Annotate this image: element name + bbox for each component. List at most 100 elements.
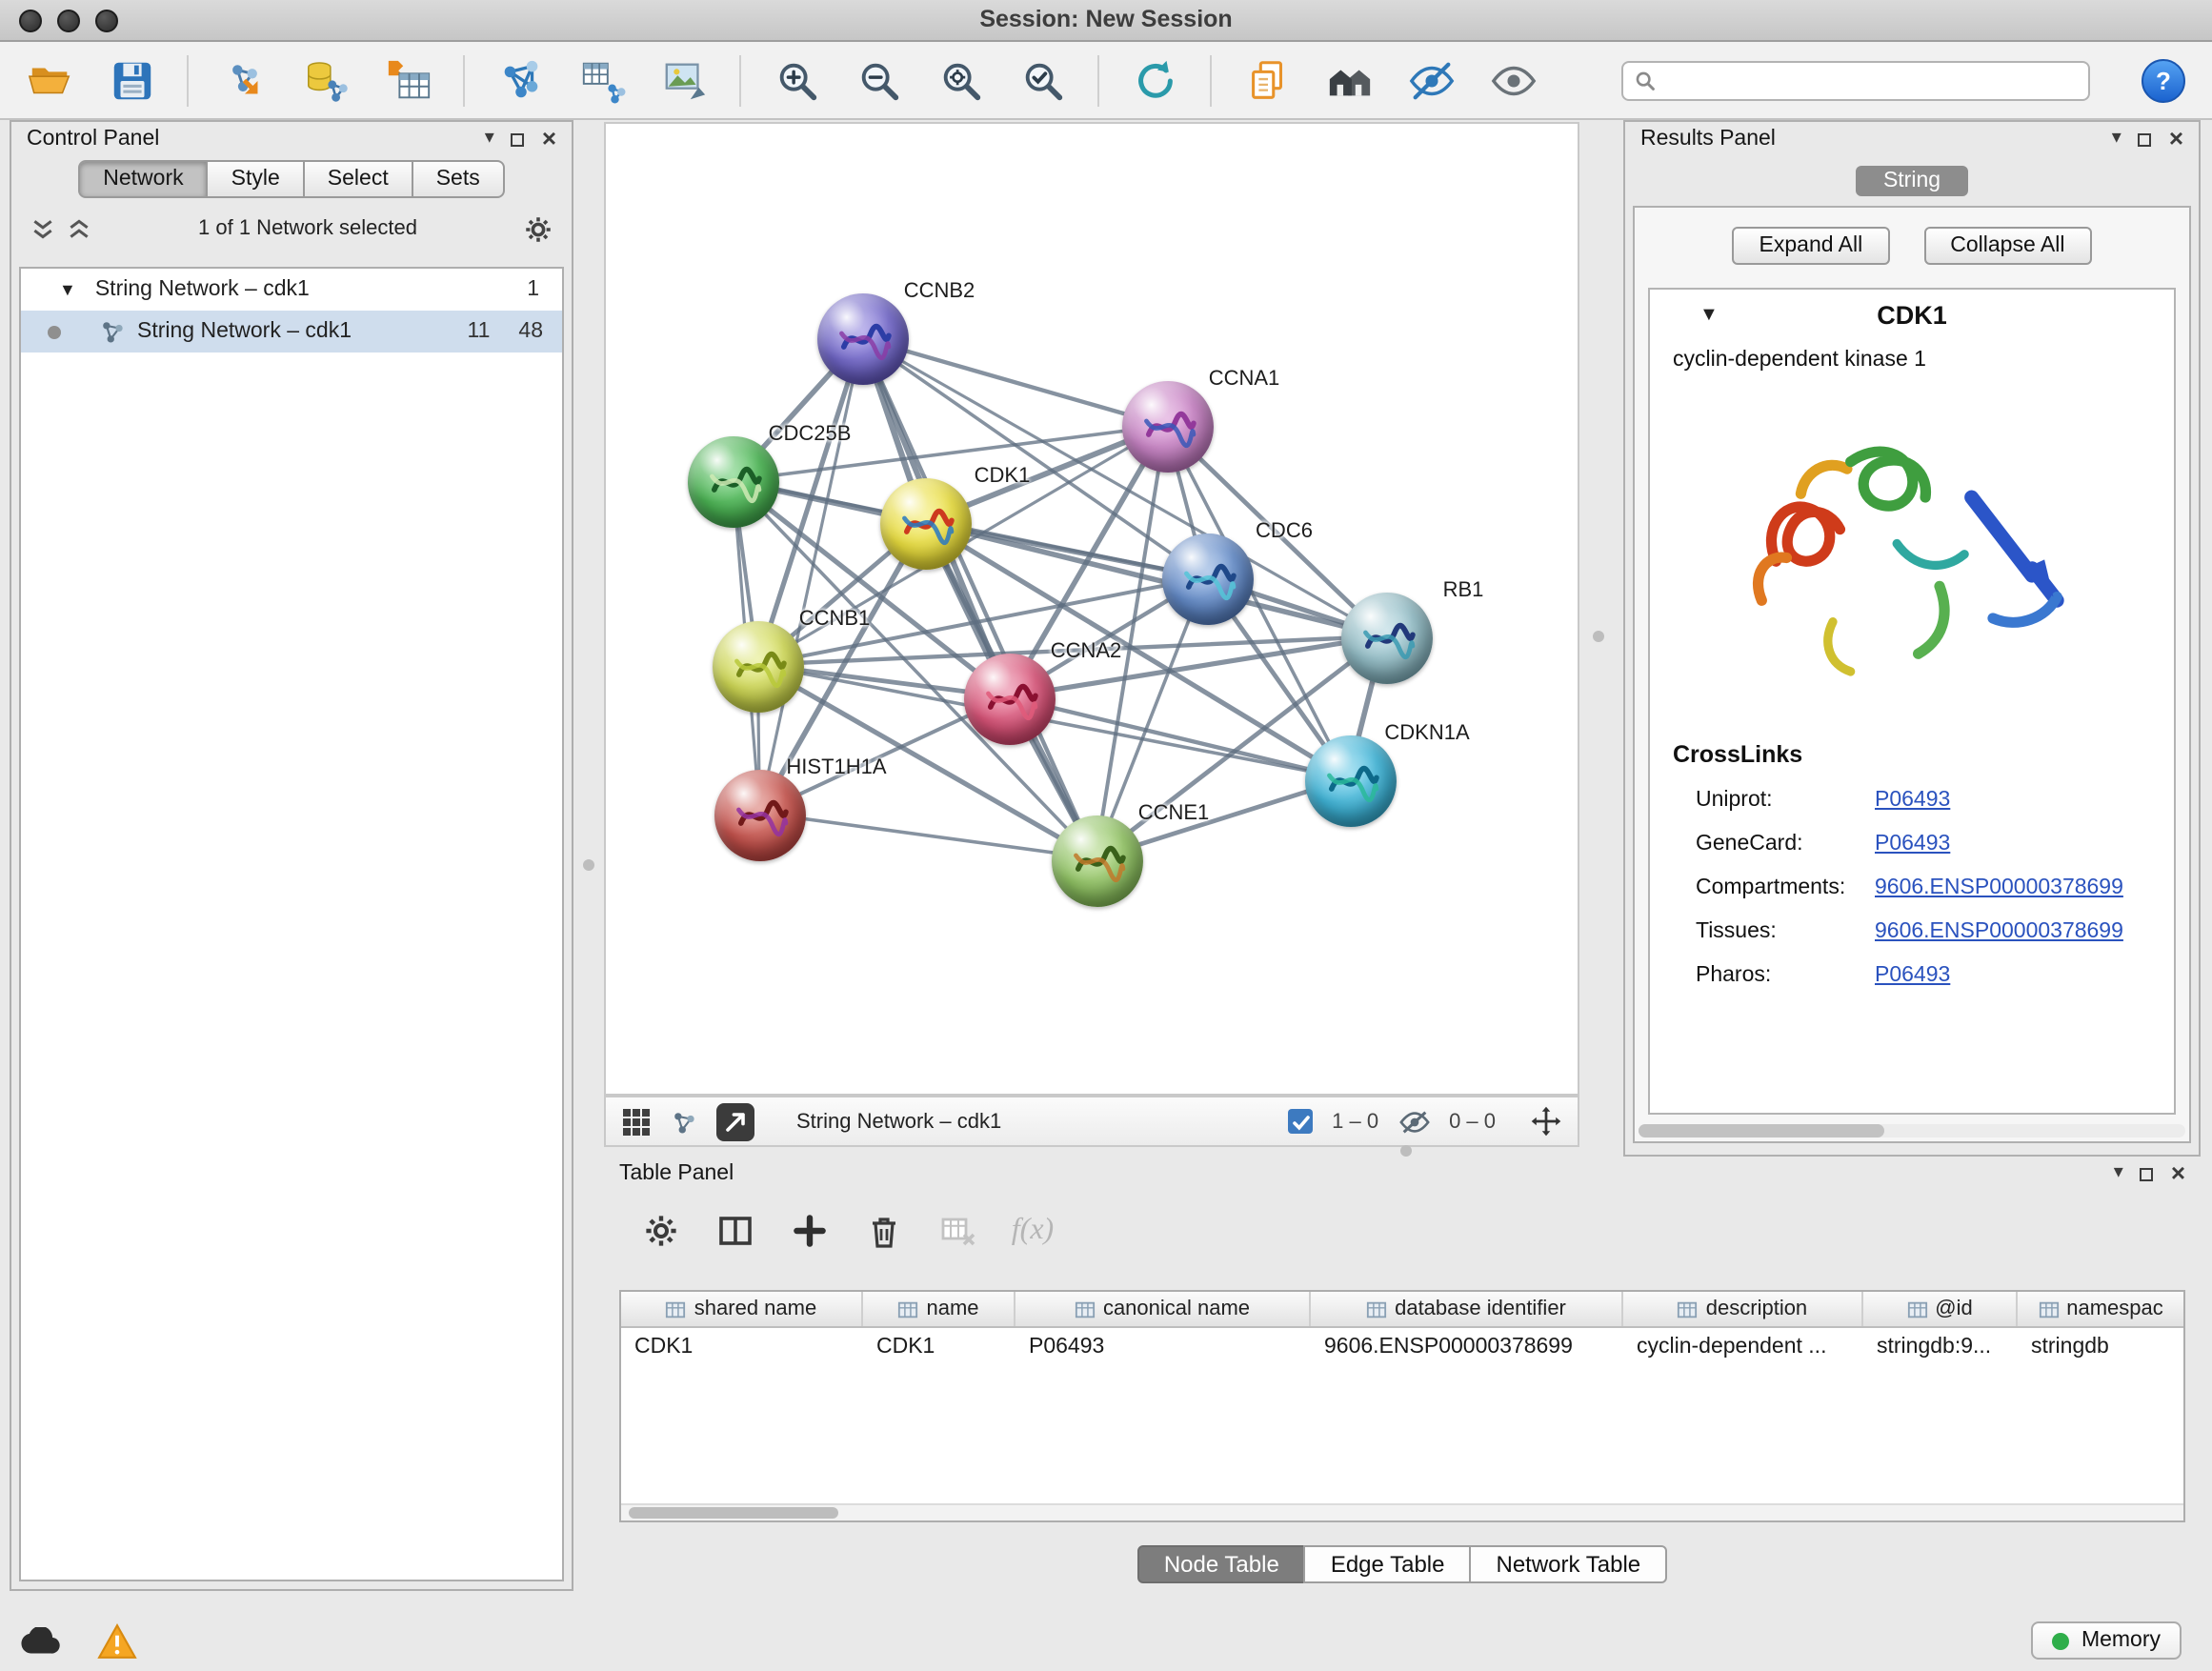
birdseye-view-icon[interactable] (621, 1106, 652, 1137)
network-node-ccne1[interactable] (1052, 815, 1143, 907)
tab-node-table[interactable]: Node Table (1137, 1545, 1306, 1583)
show-all-button[interactable] (1486, 53, 1539, 107)
tab-select[interactable]: Select (303, 160, 413, 198)
column-header[interactable]: database identifier (1311, 1292, 1623, 1326)
table-settings-gear-button[interactable] (638, 1208, 684, 1254)
show-columns-button[interactable] (713, 1208, 758, 1254)
export-image-button[interactable] (657, 53, 711, 107)
import-network-file-button[interactable] (217, 53, 271, 107)
home-layout-button[interactable] (1322, 53, 1376, 107)
import-table-file-button[interactable] (381, 53, 434, 107)
network-node-cdk1[interactable] (880, 478, 972, 570)
scrollbar-thumb[interactable] (629, 1507, 838, 1519)
zoom-selected-button[interactable] (1016, 53, 1069, 107)
network-options-gear-icon[interactable] (524, 214, 553, 243)
network-node-rb1[interactable] (1341, 593, 1433, 684)
toolbar-separator (1097, 54, 1099, 106)
network-node-ccnb2[interactable] (817, 293, 909, 385)
minimize-window-button[interactable] (57, 10, 80, 32)
crosslink-value-link[interactable]: P06493 (1875, 963, 1950, 986)
expand-all-button[interactable]: Expand All (1733, 227, 1890, 265)
panel-float-icon[interactable] (512, 132, 525, 146)
memory-button[interactable]: Memory (2032, 1621, 2182, 1660)
expand-all-networks-icon[interactable] (67, 216, 91, 241)
zoom-fit-button[interactable] (934, 53, 987, 107)
cloud-status-icon[interactable] (19, 1626, 63, 1655)
tab-string[interactable]: String (1857, 166, 1967, 196)
import-network-database-button[interactable] (299, 53, 352, 107)
fit-content-icon[interactable] (1530, 1105, 1562, 1137)
panel-menu-icon[interactable]: ▾ (2112, 130, 2122, 149)
network-canvas[interactable]: CCNB2CCNA1CDC25BCDK1CDC6RB1CCNB1CCNA2CDK… (604, 122, 1579, 1096)
crosslink-value-link[interactable]: P06493 (1875, 788, 1950, 811)
duplicate-network-button[interactable] (1240, 53, 1294, 107)
zoom-out-button[interactable] (852, 53, 905, 107)
network-edge[interactable] (759, 813, 1096, 858)
network-collection-label: String Network – cdk1 (95, 278, 310, 301)
detach-view-button[interactable] (716, 1102, 754, 1140)
network-from-table-button[interactable] (575, 53, 629, 107)
column-header[interactable]: namespac (2018, 1292, 2185, 1326)
close-window-button[interactable] (19, 10, 42, 32)
tab-network-table[interactable]: Network Table (1470, 1545, 1668, 1583)
collapse-triangle-icon[interactable]: ▼ (59, 280, 76, 299)
zoom-in-button[interactable] (770, 53, 823, 107)
protein-section-header[interactable]: ▼ CDK1 (1650, 290, 2174, 339)
help-button[interactable]: ? (2142, 58, 2185, 102)
panel-close-icon[interactable]: × (2171, 1162, 2185, 1185)
network-node-ccnb1[interactable] (713, 621, 804, 713)
refresh-view-button[interactable] (1128, 53, 1181, 107)
tab-style[interactable]: Style (207, 160, 305, 198)
network-node-cdc6[interactable] (1162, 534, 1254, 625)
network-node-cdc25b[interactable] (688, 436, 779, 528)
network-edge[interactable] (759, 338, 862, 813)
tab-edge-table[interactable]: Edge Table (1304, 1545, 1472, 1583)
network-row-selected[interactable]: String Network – cdk1 11 48 (21, 311, 562, 352)
scrollbar-thumb[interactable] (1639, 1124, 1884, 1137)
network-node-cdkn1a[interactable] (1305, 735, 1397, 827)
horizontal-splitter-handle[interactable] (1400, 1145, 1412, 1157)
open-session-button[interactable] (23, 53, 76, 107)
collapse-all-networks-icon[interactable] (30, 216, 55, 241)
add-row-button[interactable] (787, 1208, 833, 1254)
column-header[interactable]: shared name (621, 1292, 863, 1326)
network-node-ccna2[interactable] (964, 654, 1056, 745)
network-node-hist1h1a[interactable] (714, 770, 806, 861)
panel-float-icon[interactable] (2139, 132, 2152, 146)
panel-close-icon[interactable]: × (2169, 128, 2183, 151)
crosslink-value-link[interactable]: 9606.ENSP00000378699 (1875, 919, 2123, 942)
delete-rows-button[interactable] (861, 1208, 907, 1254)
column-header[interactable]: @id (1863, 1292, 2018, 1326)
network-edge[interactable] (862, 338, 1096, 858)
table-row[interactable]: CDK1CDK1P064939606.ENSP00000378699cyclin… (621, 1328, 2183, 1366)
column-header[interactable]: description (1623, 1292, 1863, 1326)
network-overview-icon[interactable] (671, 1108, 697, 1135)
panel-float-icon[interactable] (2141, 1167, 2154, 1180)
hide-selected-button[interactable] (1404, 53, 1458, 107)
panel-close-icon[interactable]: × (542, 128, 556, 151)
network-collection-row[interactable]: ▼ String Network – cdk1 1 (21, 269, 562, 311)
save-session-button[interactable] (105, 53, 158, 107)
network-edge[interactable] (862, 338, 1166, 426)
new-network-button[interactable] (493, 53, 547, 107)
left-splitter-handle[interactable] (583, 859, 594, 871)
tab-network[interactable]: Network (78, 160, 208, 198)
zoom-window-button[interactable] (95, 10, 118, 32)
search-input[interactable] (1665, 69, 2077, 91)
panel-menu-icon[interactable]: ▾ (2114, 1164, 2123, 1183)
collapse-triangle-icon[interactable]: ▼ (1699, 304, 1719, 325)
results-horizontal-scrollbar[interactable] (1639, 1124, 2185, 1137)
column-header[interactable]: name (863, 1292, 1016, 1326)
search-box[interactable] (1621, 60, 2090, 100)
vertical-splitter-handle[interactable] (1593, 631, 1604, 642)
table-horizontal-scrollbar[interactable] (621, 1503, 2183, 1520)
crosslink-value-link[interactable]: 9606.ENSP00000378699 (1875, 876, 2123, 898)
selected-items-checkbox[interactable] (1288, 1109, 1313, 1134)
warning-icon[interactable] (97, 1622, 137, 1659)
column-header[interactable]: canonical name (1016, 1292, 1311, 1326)
crosslink-value-link[interactable]: P06493 (1875, 832, 1950, 855)
tab-sets[interactable]: Sets (412, 160, 505, 198)
collapse-all-button[interactable]: Collapse All (1923, 227, 2091, 265)
panel-menu-icon[interactable]: ▾ (485, 130, 494, 149)
network-node-ccna1[interactable] (1122, 381, 1214, 473)
